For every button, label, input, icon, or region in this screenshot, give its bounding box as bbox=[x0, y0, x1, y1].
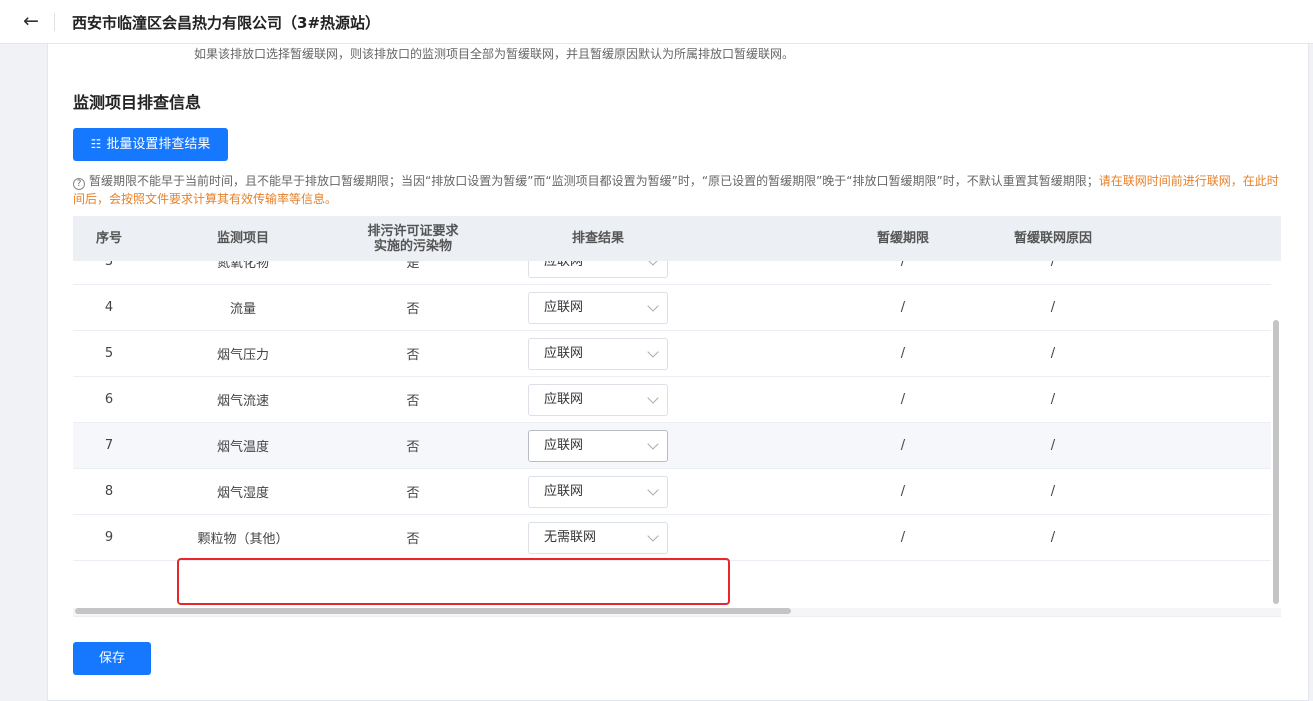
column-header-required: 排污许可证要求实施的污染物 bbox=[367, 223, 459, 254]
cell-result: 应联网 bbox=[458, 285, 738, 330]
save-button[interactable]: 保存 bbox=[73, 642, 151, 675]
cell-no: 7 bbox=[104, 438, 114, 453]
batch-set-result-button[interactable]: ☷ 批量设置排查结果 bbox=[73, 128, 228, 161]
column-header-reason: 暂缓联网原因 bbox=[1013, 231, 1092, 246]
result-select-value: 应联网 bbox=[544, 437, 584, 453]
vertical-scrollbar[interactable] bbox=[1273, 320, 1279, 604]
cell-required: 否 bbox=[406, 302, 420, 317]
chevron-down-icon bbox=[647, 345, 659, 358]
cell-required: 否 bbox=[406, 532, 420, 547]
cell-no: 5 bbox=[104, 346, 114, 361]
column-header-item: 监测项目 bbox=[216, 231, 269, 246]
cell-required: 否 bbox=[406, 486, 420, 501]
table-row: 8 烟气湿度否应联网 / / bbox=[73, 469, 1271, 515]
monitoring-table: 序号 监测项目 排污许可证要求实施的污染物 排查结果 暂缓期限 暂缓联网原因 2… bbox=[73, 216, 1281, 616]
back-arrow-icon[interactable]: ← bbox=[18, 10, 44, 34]
cell-no: 6 bbox=[104, 392, 114, 407]
horizontal-scrollbar[interactable] bbox=[75, 608, 791, 614]
page-title: 西安市临潼区会昌热力有限公司（3#热源站） bbox=[72, 14, 381, 32]
table-row: 9 颗粒物（其他）否无需联网 / / bbox=[73, 515, 1271, 561]
result-select-value: 应联网 bbox=[544, 391, 584, 407]
result-select-value: 无需联网 bbox=[544, 529, 597, 545]
result-select[interactable]: 无需联网 bbox=[528, 521, 668, 554]
cell-required: 否 bbox=[406, 440, 420, 455]
cell-item: 烟气压力 bbox=[216, 348, 269, 363]
cell-result: 无需联网 bbox=[458, 515, 738, 560]
cell-reason: / bbox=[1050, 300, 1056, 315]
table-row: 4 流量否应联网 / / bbox=[73, 285, 1271, 331]
cell-reason: / bbox=[1050, 346, 1056, 361]
cell-item: 颗粒物（其他） bbox=[197, 532, 289, 547]
result-select-value: 应联网 bbox=[544, 483, 584, 499]
result-select[interactable]: 应联网 bbox=[528, 337, 668, 370]
cell-item: 烟气湿度 bbox=[216, 486, 269, 501]
result-select-value: 应联网 bbox=[544, 345, 584, 361]
notice-text: ? 暂缓期限不能早于当前时间，且不能早于排放口暂缓期限；当因“排放口设置为暂缓”而… bbox=[73, 172, 1283, 208]
table-row: 5 烟气压力否应联网 / / bbox=[73, 331, 1271, 377]
result-select-value: 应联网 bbox=[544, 299, 584, 315]
chevron-down-icon bbox=[647, 391, 659, 404]
cell-result: 应联网 bbox=[458, 377, 738, 422]
table-row: 7 烟气温度否应联网 / / bbox=[73, 423, 1271, 469]
cell-no: 4 bbox=[104, 300, 114, 315]
table-header: 序号 监测项目 排污许可证要求实施的污染物 排查结果 暂缓期限 暂缓联网原因 bbox=[73, 216, 1281, 261]
result-select[interactable]: 应联网 bbox=[528, 475, 668, 508]
chevron-down-icon bbox=[647, 483, 659, 496]
result-select[interactable]: 应联网 bbox=[528, 383, 668, 416]
result-select[interactable]: 应联网 bbox=[528, 291, 668, 324]
cell-item: 烟气流速 bbox=[216, 394, 269, 409]
cell-result: 应联网 bbox=[458, 331, 738, 376]
list-icon: ☷ bbox=[90, 137, 102, 151]
cell-no: 8 bbox=[104, 484, 114, 499]
table-body: 2氧含量否应联网//3氮氧化物是应联网//4流量否应联网//5烟气压力否应联网/… bbox=[73, 216, 1271, 561]
column-header-result: 排查结果 bbox=[571, 231, 624, 246]
chevron-down-icon bbox=[647, 299, 659, 312]
left-gutter bbox=[0, 44, 18, 701]
result-select[interactable]: 应联网 bbox=[528, 429, 668, 462]
header-divider bbox=[54, 13, 55, 31]
table-row: 6 烟气流速否应联网 / / bbox=[73, 377, 1271, 423]
question-circle-icon: ? bbox=[73, 178, 85, 190]
chevron-down-icon bbox=[647, 529, 659, 542]
notice-main-text: 暂缓期限不能早于当前时间，且不能早于排放口暂缓期限；当因“排放口设置为暂缓”而“… bbox=[89, 174, 1099, 188]
cell-required: 否 bbox=[406, 394, 420, 409]
cell-no: 9 bbox=[104, 530, 114, 545]
top-bar: ← 西安市临潼区会昌热力有限公司（3#热源站） bbox=[0, 0, 1313, 44]
cell-reason: / bbox=[1050, 438, 1056, 453]
cell-reason: / bbox=[1050, 484, 1056, 499]
cell-required: 否 bbox=[406, 348, 420, 363]
outlet-hint-text: 如果该排放口选择暂缓联网，则该排放口的监测项目全部为暂缓联网，并且暂缓原因默认为… bbox=[194, 47, 795, 61]
batch-button-label: 批量设置排查结果 bbox=[106, 137, 211, 152]
table-bottom-border bbox=[73, 616, 1281, 617]
column-header-no: 序号 bbox=[95, 231, 122, 246]
cell-result: 应联网 bbox=[458, 423, 738, 468]
cell-result: 应联网 bbox=[458, 469, 738, 514]
chevron-down-icon bbox=[647, 437, 659, 450]
cell-item: 烟气温度 bbox=[216, 440, 269, 455]
cell-item: 流量 bbox=[229, 302, 256, 317]
cell-reason: / bbox=[1050, 530, 1056, 545]
section-title: 监测项目排查信息 bbox=[73, 93, 202, 112]
cell-reason: / bbox=[1050, 392, 1056, 407]
